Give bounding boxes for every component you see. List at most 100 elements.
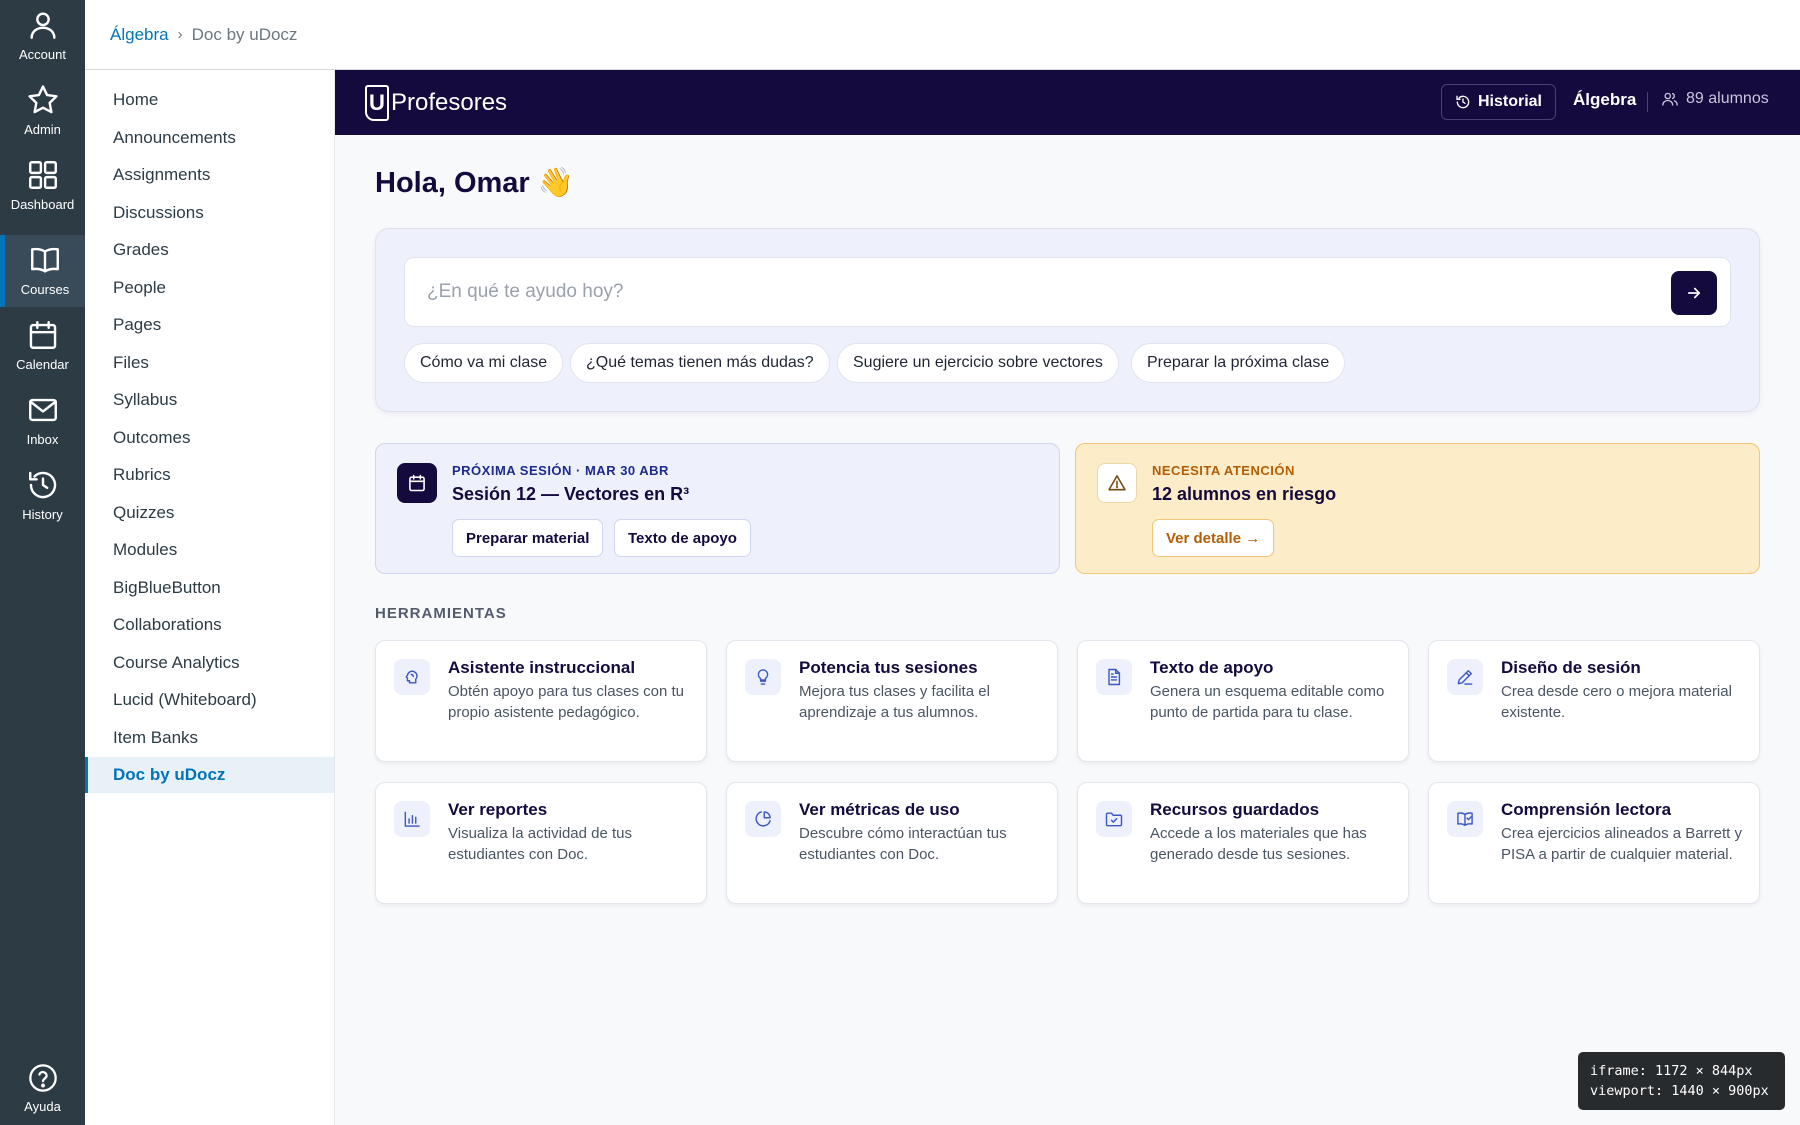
tool-icon-box <box>1447 659 1483 695</box>
greeting: Hola, Omar 👋 <box>375 167 574 199</box>
next-session-card: PRÓXIMA SESIÓN · MAR 30 ABR Sesión 12 — … <box>375 443 1060 574</box>
global-nav-calendar[interactable]: Calendar <box>0 310 85 382</box>
ask-input-box <box>404 257 1731 327</box>
course-nav-pages[interactable]: Pages <box>85 307 334 343</box>
global-nav-help[interactable]: Ayuda <box>0 1055 85 1125</box>
global-nav-dashboard[interactable]: Dashboard <box>0 150 85 222</box>
global-nav-account[interactable]: Account <box>0 0 85 72</box>
users-icon <box>1662 92 1678 106</box>
global-nav: Account Admin Dashboard Courses Calendar… <box>0 0 85 1125</box>
tool-card-ver-metricas-de-uso[interactable]: Ver métricas de uso Descubre cómo intera… <box>726 782 1058 904</box>
course-nav-item-banks[interactable]: Item Banks <box>85 720 334 756</box>
course-nav-grades[interactable]: Grades <box>85 232 334 268</box>
view-detail-button[interactable]: Ver detalle → <box>1152 519 1275 557</box>
pencil-icon <box>1457 670 1473 685</box>
course-nav-doc-by-udocz[interactable]: Doc by uDocz <box>85 757 334 793</box>
tool-description: Genera un esquema editable como punto de… <box>1150 683 1385 721</box>
send-button[interactable] <box>1671 271 1717 315</box>
course-nav-rubrics[interactable]: Rubrics <box>85 457 334 493</box>
user-icon <box>29 12 56 39</box>
global-nav-label: Admin <box>24 122 61 137</box>
tool-card-diseno-de-sesion[interactable]: Diseño de sesión Crea desde cero o mejor… <box>1428 640 1760 762</box>
tool-description: Crea ejercicios alineados a Barrett y PI… <box>1501 825 1742 863</box>
prepare-material-button[interactable]: Preparar material <box>452 519 604 557</box>
suggestion-chip[interactable]: Preparar la próxima clase <box>1131 343 1346 383</box>
next-session-title: Sesión 12 — Vectores en R³ <box>452 484 690 504</box>
global-nav-courses[interactable]: Courses <box>0 235 85 307</box>
ask-panel: Cómo va mi clase ¿Qué temas tienen más d… <box>375 228 1760 412</box>
breadcrumb-separator: › <box>177 26 183 43</box>
history-button[interactable]: Historial <box>1441 84 1556 120</box>
book-check-icon <box>1457 812 1473 826</box>
course-nav-collaborations[interactable]: Collaborations <box>85 607 334 643</box>
history-button-label: Historial <box>1477 93 1542 110</box>
global-nav-inbox[interactable]: Inbox <box>0 385 85 457</box>
tool-icon-box <box>745 801 781 837</box>
bar-chart-icon <box>404 811 420 827</box>
attention-title: 12 alumnos en riesgo <box>1152 484 1337 504</box>
course-nav-announcements[interactable]: Announcements <box>85 120 334 156</box>
tool-icon-box <box>394 659 430 695</box>
tool-card-asistente-instruccional[interactable]: Asistente instruccional Obtén apoyo para… <box>375 640 707 762</box>
course-nav-syllabus[interactable]: Syllabus <box>85 382 334 418</box>
support-text-button[interactable]: Texto de apoyo <box>614 519 751 557</box>
tool-card-recursos-guardados[interactable]: Recursos guardados Accede a los material… <box>1077 782 1409 904</box>
global-nav-label: Ayuda <box>24 1099 61 1114</box>
tool-card-potencia-tus-sesiones[interactable]: Potencia tus sesiones Mejora tus clases … <box>726 640 1058 762</box>
tool-card-texto-de-apoyo[interactable]: Texto de apoyo Genera un esquema editabl… <box>1077 640 1409 762</box>
grid-icon <box>28 161 57 189</box>
pie-chart-icon <box>755 811 771 827</box>
course-nav-people[interactable]: People <box>85 270 334 306</box>
breadcrumb-current: Doc by uDocz <box>191 24 298 44</box>
course-nav-assignments[interactable]: Assignments <box>85 157 334 193</box>
tool-card-ver-reportes[interactable]: Ver reportes Visualiza la actividad de t… <box>375 782 707 904</box>
tool-title: Ver métricas de uso <box>799 800 960 819</box>
global-nav-label: Account <box>19 47 66 62</box>
brain-icon <box>405 670 418 684</box>
history-icon <box>28 471 56 499</box>
star-icon <box>27 85 58 114</box>
course-nav-outcomes[interactable]: Outcomes <box>85 420 334 456</box>
course-nav-modules[interactable]: Modules <box>85 532 334 568</box>
course-nav-quizzes[interactable]: Quizzes <box>85 495 334 531</box>
help-icon <box>28 1064 57 1092</box>
students-count: 89 alumnos <box>1661 90 1769 108</box>
course-nav-course-analytics[interactable]: Course Analytics <box>85 645 334 681</box>
tool-description: Crea desde cero o mejora material existe… <box>1501 683 1732 721</box>
global-nav-admin[interactable]: Admin <box>0 75 85 147</box>
global-nav-label: Dashboard <box>10 197 75 212</box>
folder-check-icon <box>1105 812 1123 827</box>
tool-title: Potencia tus sesiones <box>799 658 978 677</box>
global-nav-history[interactable]: History <box>0 460 85 532</box>
attention-card: NECESITA ATENCIÓN 12 alumnos en riesgo V… <box>1075 443 1760 574</box>
arrow-right-icon <box>1687 287 1701 299</box>
tool-frame: U Profesores Historial Álgebra 89 alumno… <box>335 70 1800 1125</box>
calendar-icon-box <box>397 463 437 503</box>
tool-description: Mejora tus clases y facilita el aprendiz… <box>799 683 990 721</box>
breadcrumb-course-link[interactable]: Álgebra <box>110 25 169 45</box>
history-icon <box>1456 95 1470 109</box>
course-nav-lucid-whiteboard[interactable]: Lucid (Whiteboard) <box>85 682 334 718</box>
course-nav-bigbluebutton[interactable]: BigBlueButton <box>85 570 334 606</box>
tool-title: Comprensión lectora <box>1501 800 1672 819</box>
suggestion-chip[interactable]: Sugiere un ejercicio sobre vectores <box>837 343 1119 383</box>
course-nav-home[interactable]: Home <box>85 82 334 118</box>
warning-icon-box <box>1097 463 1137 503</box>
tool-title: Texto de apoyo <box>1150 658 1274 677</box>
tool-description: Descubre cómo interactúan tus estudiante… <box>799 825 1007 863</box>
brand-name: Profesores <box>391 89 508 116</box>
dev-size-badge: iframe: 1172 × 844px viewport: 1440 × 900… <box>1578 1052 1785 1110</box>
course-nav-discussions[interactable]: Discussions <box>85 195 334 231</box>
tools-heading: HERRAMIENTAS <box>375 605 507 622</box>
dev-viewport-size: viewport: 1440 × 900px <box>1590 1083 1769 1099</box>
course-nav-files[interactable]: Files <box>85 345 334 381</box>
suggestion-chip[interactable]: ¿Qué temas tienen más dudas? <box>570 343 830 383</box>
tool-card-comprension-lectora[interactable]: Comprensión lectora Crea ejercicios alin… <box>1428 782 1760 904</box>
global-nav-label: Inbox <box>26 432 59 447</box>
tool-title: Diseño de sesión <box>1501 658 1641 677</box>
suggestion-chip[interactable]: Cómo va mi clase <box>404 343 564 383</box>
ask-input[interactable] <box>427 258 1627 326</box>
app-topbar: U Profesores Historial Álgebra 89 alumno… <box>335 70 1800 135</box>
warning-icon <box>1108 475 1126 491</box>
tool-title: Asistente instruccional <box>448 658 636 677</box>
